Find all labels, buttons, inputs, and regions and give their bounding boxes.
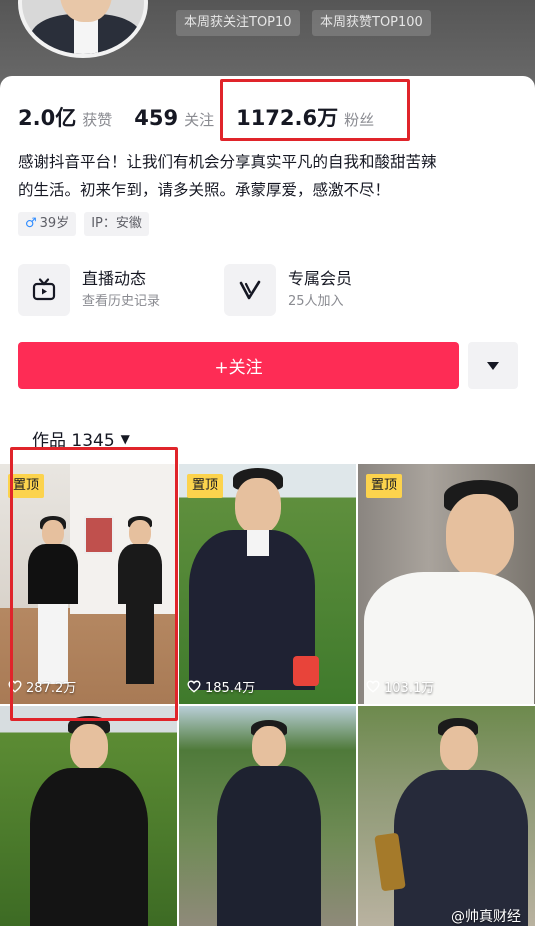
video-tile[interactable] (179, 706, 356, 926)
heart-icon (187, 680, 201, 693)
profile-tags: ♂ 39岁 IP：安徽 (18, 212, 149, 236)
video-highlight-box (10, 447, 178, 721)
membership-text: 专属会员 25人加入 (288, 268, 352, 312)
heart-icon (366, 680, 380, 693)
followers-highlight-box (220, 79, 410, 141)
avatar[interactable] (18, 0, 148, 58)
video-likes: 185.4万 (187, 677, 255, 696)
caret-down-icon: ▼ (120, 431, 130, 446)
likes-count: 2.0亿 (18, 106, 77, 130)
watermark: @帅真财经 (451, 909, 521, 925)
bio-line-2: 的生活。初来乍到，请多关照。承蒙厚爱，感激不尽！ (18, 181, 391, 199)
membership-entry[interactable]: 专属会员 25人加入 (224, 264, 352, 316)
video-tile[interactable] (358, 706, 535, 926)
live-history-text: 直播动态 查看历史记录 (82, 268, 160, 312)
following-count[interactable]: 459 (134, 106, 178, 130)
video-likes: 103.1万 (366, 677, 434, 696)
bio-text: 感谢抖音平台！让我们有机会分享真实平凡的自我和酸甜苦辣 的生活。初来乍到，请多关… (18, 148, 518, 204)
live-history-title: 直播动态 (82, 269, 147, 288)
likes-count: 185.4万 (205, 681, 256, 696)
profile-card: 2.0亿 获赞 459 关注 1172.6万 粉丝 感谢抖音平台！让我们有机会分… (0, 76, 535, 933)
following-label[interactable]: 关注 (184, 109, 214, 130)
age-tag: ♂ 39岁 (18, 212, 77, 236)
red-basket (293, 656, 319, 686)
v-member-icon (224, 264, 276, 316)
ip-tag: IP：安徽 (84, 212, 149, 236)
live-history-subtitle: 查看历史记录 (82, 294, 161, 309)
age-text: 39岁 (39, 216, 70, 231)
badge-follow-top[interactable]: 本周获关注TOP10 (176, 10, 300, 36)
male-icon: ♂ (25, 216, 37, 231)
badge-like-top[interactable]: 本周获赞TOP100 (312, 10, 431, 36)
follow-button[interactable]: +关注 (18, 342, 459, 389)
video-tile[interactable]: 置顶 103.1万 (358, 464, 535, 704)
bio-line-1: 感谢抖音平台！让我们有机会分享真实平凡的自我和酸甜苦辣 (18, 153, 437, 171)
membership-title: 专属会员 (288, 269, 353, 288)
membership-subtitle: 25人加入 (288, 294, 344, 309)
video-tile[interactable]: 置顶 185.4万 (179, 464, 356, 704)
likes-count: 103.1万 (384, 681, 435, 696)
pinned-badge: 置顶 (366, 474, 403, 498)
caret-down-icon (487, 361, 499, 370)
pinned-badge: 置顶 (187, 474, 224, 498)
tv-icon (18, 264, 70, 316)
live-history-entry[interactable]: 直播动态 查看历史记录 (18, 264, 160, 316)
video-tile[interactable] (0, 706, 177, 926)
likes-label: 获赞 (82, 111, 113, 129)
more-dropdown-button[interactable] (468, 342, 518, 389)
